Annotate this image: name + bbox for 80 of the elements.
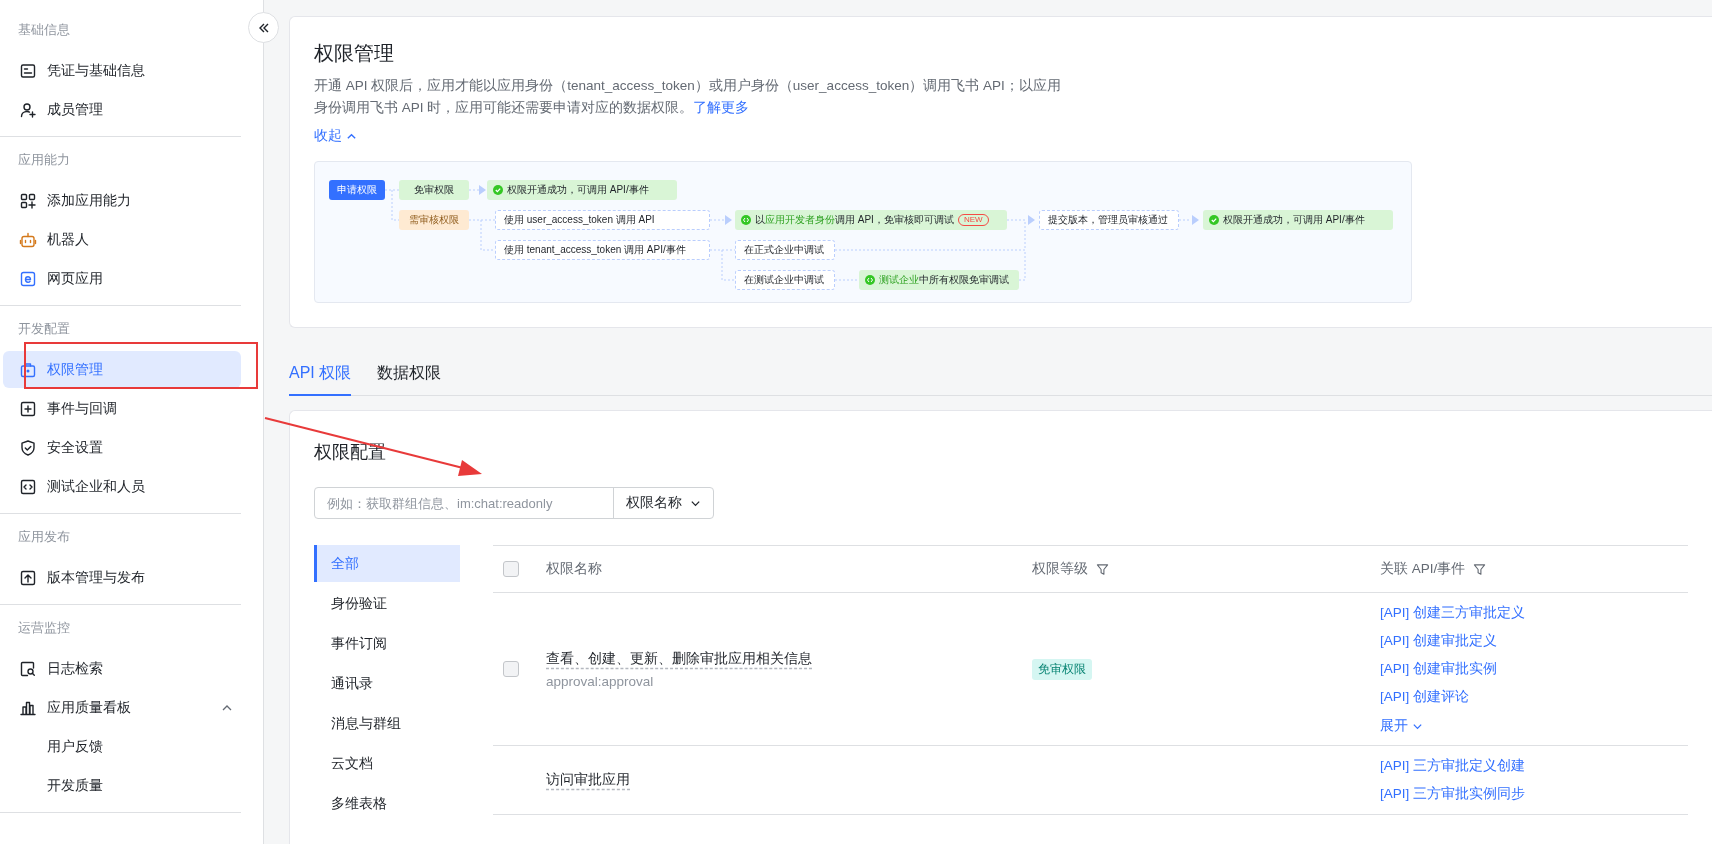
node-text: 测试企业中所有权限免审调试 bbox=[879, 275, 1009, 285]
sidebar-item[interactable]: 测试企业和人员 bbox=[3, 468, 241, 505]
sidebar-item[interactable]: 应用质量看板 bbox=[3, 689, 241, 726]
node-text: 权限开通成功，可调用 API/事件 bbox=[507, 185, 649, 195]
sidebar-section-title: 运营监控 bbox=[17, 619, 71, 637]
sidebar-item[interactable]: 日志检索 bbox=[3, 650, 241, 687]
add-square-icon bbox=[19, 399, 37, 418]
learn-more-link[interactable]: 了解更多 bbox=[693, 100, 750, 115]
node-text: 使用 user_access_token 调用 API bbox=[504, 215, 655, 225]
upload-icon bbox=[19, 568, 37, 587]
category-item[interactable]: 通讯录 bbox=[314, 665, 460, 702]
api-link[interactable]: [API] 创建评论 bbox=[1380, 687, 1469, 707]
description-text: 开通 API 权限后，应用才能以应用身份（tenant_access_token）或用户身份（user_access_token）调用飞书 API；以应用身份调用飞书 API 时，应用可能还需要申请对应的数据权限。了解更多 bbox=[314, 77, 1062, 117]
column-header: 权限名称 bbox=[546, 560, 602, 578]
expand-link[interactable]: 展开 bbox=[1380, 717, 1423, 735]
id-card-icon bbox=[19, 61, 37, 80]
node-text: 以应用开发者身份调用 API，免审核即可调试 bbox=[755, 215, 954, 225]
column-header: 关联 API/事件 bbox=[1380, 560, 1466, 578]
apps-add-icon bbox=[19, 191, 37, 210]
code-circle-icon bbox=[865, 275, 875, 285]
code-circle-icon bbox=[741, 215, 751, 225]
category-item[interactable]: 云文档 bbox=[314, 745, 460, 782]
category-item[interactable]: 多维表格 bbox=[314, 785, 460, 822]
node-text: 使用 tenant_access_token 调用 API/事件 bbox=[504, 245, 686, 255]
category-item[interactable]: 全部 bbox=[314, 545, 460, 582]
api-link[interactable]: [API] 三方审批实例同步 bbox=[1380, 784, 1525, 804]
check-circle-icon bbox=[1209, 215, 1219, 225]
column-header: 权限等级 bbox=[1032, 560, 1088, 578]
briefcase-icon bbox=[19, 360, 37, 379]
sidebar-section-title: 开发配置 bbox=[17, 320, 71, 338]
tab[interactable]: 数据权限 bbox=[377, 363, 442, 396]
search-scope-dropdown[interactable]: 权限名称 bbox=[614, 488, 713, 518]
row-checkbox[interactable] bbox=[503, 661, 519, 677]
sidebar-section-title: 应用发布 bbox=[17, 528, 71, 546]
filter-icon[interactable] bbox=[1473, 562, 1487, 576]
sidebar-item[interactable]: 成员管理 bbox=[3, 91, 241, 128]
person-add-icon bbox=[19, 100, 37, 119]
filter-icon[interactable] bbox=[1096, 562, 1109, 576]
permission-scope: approval:approval bbox=[546, 673, 655, 689]
node-text: 在正式企业中调试 bbox=[744, 245, 824, 255]
sidebar-section-title: 应用能力 bbox=[17, 151, 71, 169]
node-text: 提交版本，管理员审核通过 bbox=[1048, 215, 1168, 225]
code-icon bbox=[19, 477, 37, 496]
category-item[interactable]: 消息与群组 bbox=[314, 705, 460, 742]
web-page-icon bbox=[19, 269, 37, 288]
permission-name: 查看、创建、更新、删除审批应用相关信息 bbox=[546, 649, 812, 668]
node-text: 申请权限 bbox=[337, 185, 377, 195]
robot-icon bbox=[19, 230, 37, 249]
sidebar-subitem[interactable]: 用户反馈 bbox=[3, 728, 241, 765]
collapse-sidebar-button[interactable] bbox=[248, 12, 279, 43]
node-text: 在测试企业中调试 bbox=[744, 275, 824, 285]
sidebar-subitem[interactable]: 开发质量 bbox=[3, 767, 241, 804]
permission-name: 访问审批应用 bbox=[546, 771, 630, 789]
shield-check-icon bbox=[19, 438, 37, 457]
node-text: 免审权限 bbox=[414, 185, 454, 195]
permission-level-tag: 免审权限 bbox=[1032, 658, 1092, 680]
api-link[interactable]: [API] 创建审批定义 bbox=[1380, 631, 1497, 651]
sidebar-item[interactable]: 版本管理与发布 bbox=[3, 559, 241, 596]
node-text: 权限开通成功，可调用 API/事件 bbox=[1223, 215, 1365, 225]
category-item[interactable]: 事件订阅 bbox=[314, 625, 460, 662]
sidebar-item[interactable]: 事件与回调 bbox=[3, 390, 241, 427]
category-item[interactable]: 身份验证 bbox=[314, 585, 460, 622]
sidebar-item[interactable]: 权限管理 bbox=[3, 351, 241, 388]
api-link[interactable]: [API] 三方审批定义创建 bbox=[1380, 756, 1525, 776]
api-link[interactable]: [API] 创建三方审批定义 bbox=[1380, 603, 1525, 623]
api-link[interactable]: [API] 创建审批实例 bbox=[1380, 659, 1497, 679]
tab[interactable]: API 权限 bbox=[289, 363, 352, 396]
node-text: 需审核权限 bbox=[409, 215, 459, 225]
collapse-link[interactable]: 收起 bbox=[314, 127, 357, 145]
check-circle-icon bbox=[493, 185, 503, 195]
select-all-checkbox[interactable] bbox=[503, 561, 519, 577]
log-search-icon bbox=[19, 659, 37, 678]
sidebar-item[interactable]: 机器人 bbox=[3, 221, 241, 258]
sidebar-item[interactable]: 安全设置 bbox=[3, 429, 241, 466]
sidebar-item[interactable]: 添加应用能力 bbox=[3, 182, 241, 219]
sidebar-item[interactable]: 网页应用 bbox=[3, 260, 241, 297]
sidebar-section-title: 基础信息 bbox=[17, 21, 71, 39]
page-title: 权限管理 bbox=[314, 41, 395, 66]
sidebar-item[interactable]: 凭证与基础信息 bbox=[3, 52, 241, 89]
search-field[interactable]: 例如：获取群组信息、im:chat:readonly 权限名称 bbox=[314, 487, 714, 519]
